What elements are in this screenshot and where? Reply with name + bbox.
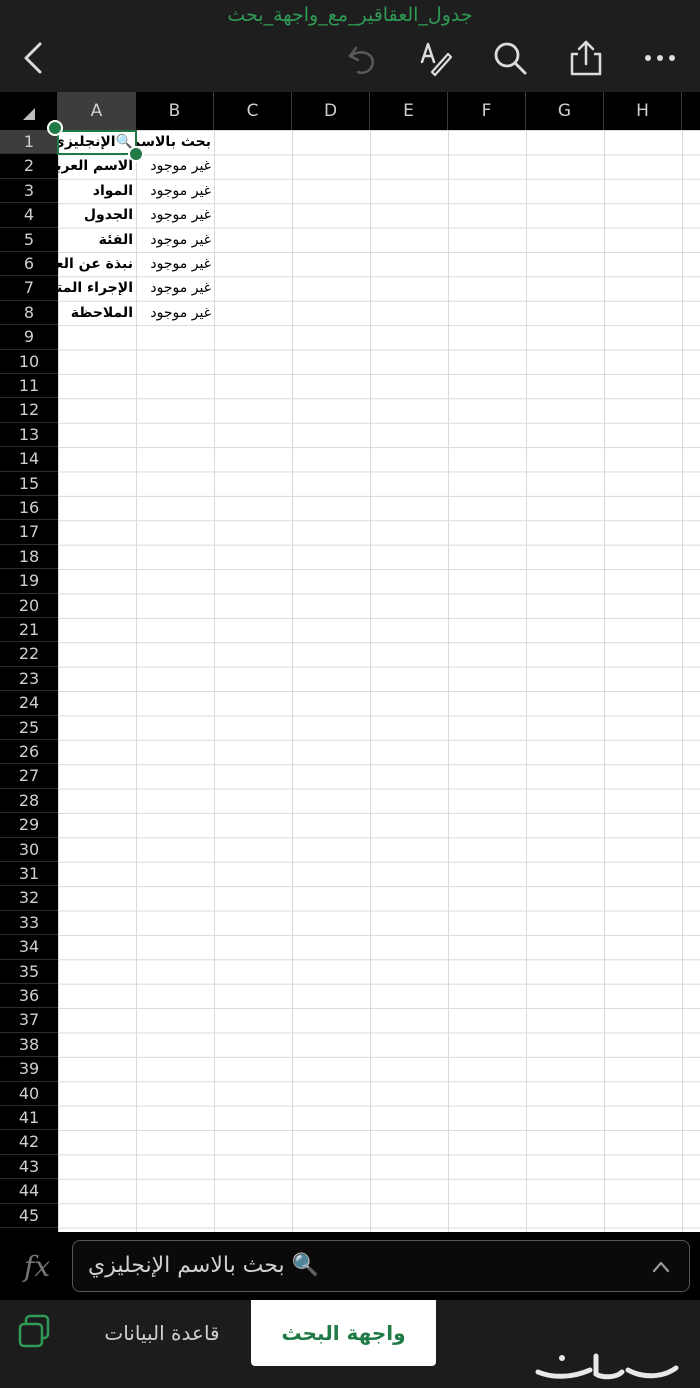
row-header-27[interactable]: 27 [0, 764, 58, 789]
row-headers: 1 2 3 4 5 6 7 8 9 10 11 12 13 14 15 16 17 18 19 20 21 22 23 24 2… [0, 130, 58, 1232]
fx-icon[interactable]: fx [24, 1250, 50, 1283]
row-header-31[interactable]: 31 [0, 862, 58, 887]
cell-b5[interactable]: غير موجود [136, 228, 214, 252]
cell-a8[interactable]: الملاحظة [58, 301, 136, 325]
row-header-21[interactable]: 21 [0, 618, 58, 643]
column-header-a[interactable]: A [58, 92, 136, 130]
row-header-35[interactable]: 35 [0, 960, 58, 984]
row-header-25[interactable]: 25 [0, 716, 58, 740]
share-icon[interactable] [566, 38, 606, 78]
sheets-list-button[interactable] [0, 1300, 76, 1366]
selection-box [57, 130, 137, 155]
chevron-up-icon[interactable] [651, 1257, 671, 1277]
column-header-h[interactable]: H [604, 92, 682, 130]
row-header-45[interactable]: 45 [0, 1204, 58, 1228]
row-header-6[interactable]: 6 [0, 252, 58, 277]
column-headers: ABCDEFGH [0, 92, 700, 130]
row-header-37[interactable]: 37 [0, 1008, 58, 1033]
column-header-b[interactable]: B [136, 92, 214, 130]
cell-a6[interactable]: نبذة عن العقار [58, 252, 136, 276]
row-header-20[interactable]: 20 [0, 594, 58, 618]
cell-b3[interactable]: غير موجود [136, 179, 214, 203]
row-header-42[interactable]: 42 [0, 1130, 58, 1155]
row-header-34[interactable]: 34 [0, 935, 58, 960]
sheets-icon [18, 1314, 50, 1348]
top-toolbar: جدول_العقاقير_مع_واجهة_بحث [0, 0, 700, 92]
watermark-logo [532, 1344, 682, 1384]
cell-a3[interactable]: المواد [58, 179, 136, 203]
row-header-5[interactable]: 5 [0, 228, 58, 252]
column-header-e[interactable]: E [370, 92, 448, 130]
column-header-c[interactable]: C [214, 92, 292, 130]
cell-a7[interactable]: الإجراء المتخذ [58, 276, 136, 300]
row-header-17[interactable]: 17 [0, 520, 58, 545]
row-header-4[interactable]: 4 [0, 203, 58, 228]
row-header-28[interactable]: 28 [0, 789, 58, 814]
cell-b2[interactable]: غير موجود [136, 154, 214, 178]
cell-b8[interactable]: غير موجود [136, 301, 214, 325]
selection-handle-start[interactable] [47, 120, 63, 136]
column-header-d[interactable]: D [292, 92, 370, 130]
back-icon[interactable] [14, 38, 54, 78]
row-header-38[interactable]: 38 [0, 1033, 58, 1058]
row-header-14[interactable]: 14 [0, 447, 58, 472]
row-header-15[interactable]: 15 [0, 472, 58, 496]
cell-a5[interactable]: الفئة [58, 228, 136, 252]
row-header-16[interactable]: 16 [0, 496, 58, 521]
row-header-43[interactable]: 43 [0, 1155, 58, 1180]
cell-b7[interactable]: غير موجود [136, 276, 214, 300]
cell-a2[interactable]: الاسم العربي [58, 154, 136, 178]
row-header-29[interactable]: 29 [0, 813, 58, 838]
formula-bar: fx 🔍 بحث بالاسم الإنجليزي [0, 1232, 700, 1300]
cell-b4[interactable]: غير موجود [136, 203, 214, 227]
cell-b1[interactable]: بحث بالاسم [136, 130, 214, 154]
row-header-40[interactable]: 40 [0, 1082, 58, 1106]
draw-text-icon[interactable] [414, 38, 454, 78]
row-header-3[interactable]: 3 [0, 179, 58, 204]
row-header-2[interactable]: 2 [0, 154, 58, 179]
row-header-19[interactable]: 19 [0, 569, 58, 594]
row-header-8[interactable]: 8 [0, 301, 58, 326]
row-header-41[interactable]: 41 [0, 1106, 58, 1131]
row-header-39[interactable]: 39 [0, 1057, 58, 1082]
row-header-10[interactable]: 10 [0, 350, 58, 374]
row-header-32[interactable]: 32 [0, 886, 58, 911]
row-header-12[interactable]: 12 [0, 398, 58, 423]
undo-icon[interactable] [342, 38, 382, 78]
row-header-22[interactable]: 22 [0, 642, 58, 667]
row-header-11[interactable]: 11 [0, 374, 58, 399]
cell-a4[interactable]: الجدول [58, 203, 136, 227]
tab-data-sheet[interactable]: قاعدة البيانات [80, 1300, 244, 1366]
file-title[interactable]: جدول_العقاقير_مع_واجهة_بحث [0, 4, 700, 26]
row-header-7[interactable]: 7 [0, 276, 58, 301]
row-header-24[interactable]: 24 [0, 691, 58, 716]
row-header-18[interactable]: 18 [0, 545, 58, 570]
column-header-f[interactable]: F [448, 92, 526, 130]
row-header-9[interactable]: 9 [0, 325, 58, 350]
tab-search-sheet[interactable]: واجهة البحث [251, 1300, 436, 1366]
selection-handle-end[interactable] [128, 146, 144, 162]
cell-b6[interactable]: غير موجود [136, 252, 214, 276]
row-header-44[interactable]: 44 [0, 1179, 58, 1204]
row-header-26[interactable]: 26 [0, 740, 58, 765]
row-header-30[interactable]: 30 [0, 838, 58, 862]
row-header-33[interactable]: 33 [0, 911, 58, 936]
sheet-tab-bar: قاعدة البيانات واجهة البحث [0, 1300, 700, 1388]
row-header-36[interactable]: 36 [0, 984, 58, 1009]
formula-value: 🔍 بحث بالاسم الإنجليزي [87, 1253, 319, 1278]
row-header-23[interactable]: 23 [0, 667, 58, 692]
column-header-g[interactable]: G [526, 92, 604, 130]
row-header-13[interactable]: 13 [0, 423, 58, 448]
more-icon[interactable] [640, 38, 680, 78]
formula-input[interactable]: 🔍 بحث بالاسم الإنجليزي [72, 1240, 690, 1292]
spreadsheet[interactable]: ABCDEFGH 1 2 3 4 5 6 7 8 9 10 11 12 13 14 15 16 17 18 19 20… [0, 92, 700, 1232]
search-icon[interactable] [490, 38, 530, 78]
